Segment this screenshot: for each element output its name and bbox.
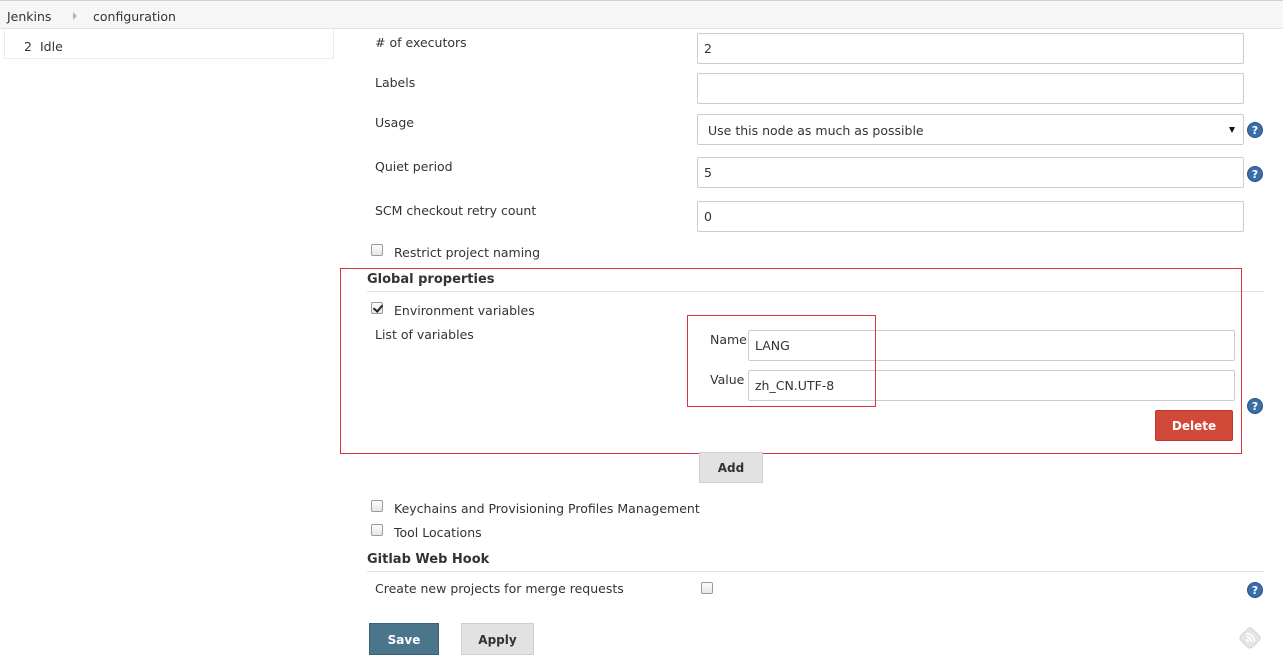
- executors-input[interactable]: [697, 33, 1244, 64]
- restrict-naming-label: Restrict project naming: [394, 245, 541, 260]
- scm-retry-input[interactable]: [697, 201, 1244, 232]
- executor-status-panel: 2 Idle: [4, 29, 334, 59]
- highlight-box-variable-fields: [687, 315, 876, 407]
- executor-status[interactable]: Idle: [40, 39, 63, 54]
- apply-button[interactable]: Apply: [461, 623, 534, 655]
- help-icon[interactable]: ?: [1247, 582, 1263, 598]
- save-button[interactable]: Save: [369, 623, 439, 655]
- scm-retry-label: SCM checkout retry count: [375, 203, 537, 218]
- usage-label: Usage: [375, 115, 414, 130]
- chevron-right-icon: [73, 12, 77, 20]
- help-icon[interactable]: ?: [1247, 398, 1263, 414]
- tool-locations-checkbox[interactable]: [371, 524, 383, 536]
- help-icon[interactable]: ?: [1247, 122, 1263, 138]
- help-icon[interactable]: ?: [1247, 166, 1263, 182]
- tool-locations-label: Tool Locations: [394, 525, 482, 540]
- add-variable-button[interactable]: Add: [699, 452, 763, 483]
- gitlab-webhook-title: Gitlab Web Hook: [367, 552, 490, 567]
- quiet-period-label: Quiet period: [375, 159, 453, 174]
- executor-number: 2: [24, 39, 32, 54]
- dropdown-arrow-icon: [1229, 127, 1235, 133]
- merge-requests-checkbox[interactable]: [701, 582, 713, 594]
- quiet-period-input[interactable]: [697, 157, 1244, 188]
- usage-select[interactable]: Use this node as much as possible: [697, 114, 1244, 145]
- breadcrumb-configuration-link[interactable]: configuration: [93, 9, 176, 24]
- usage-selected-value: Use this node as much as possible: [708, 123, 924, 138]
- breadcrumb-jenkins-link[interactable]: Jenkins: [7, 9, 51, 24]
- breadcrumb: Jenkins configuration: [0, 0, 1283, 29]
- merge-requests-label: Create new projects for merge requests: [375, 581, 624, 596]
- keychains-label: Keychains and Provisioning Profiles Mana…: [394, 501, 700, 516]
- restrict-naming-checkbox[interactable]: [371, 244, 383, 256]
- labels-input[interactable]: [697, 73, 1244, 104]
- labels-label: Labels: [375, 75, 416, 90]
- keychains-checkbox[interactable]: [371, 500, 383, 512]
- section-divider: [367, 571, 1264, 572]
- feed-icon[interactable]: [1238, 626, 1262, 650]
- executors-label: # of executors: [375, 35, 467, 50]
